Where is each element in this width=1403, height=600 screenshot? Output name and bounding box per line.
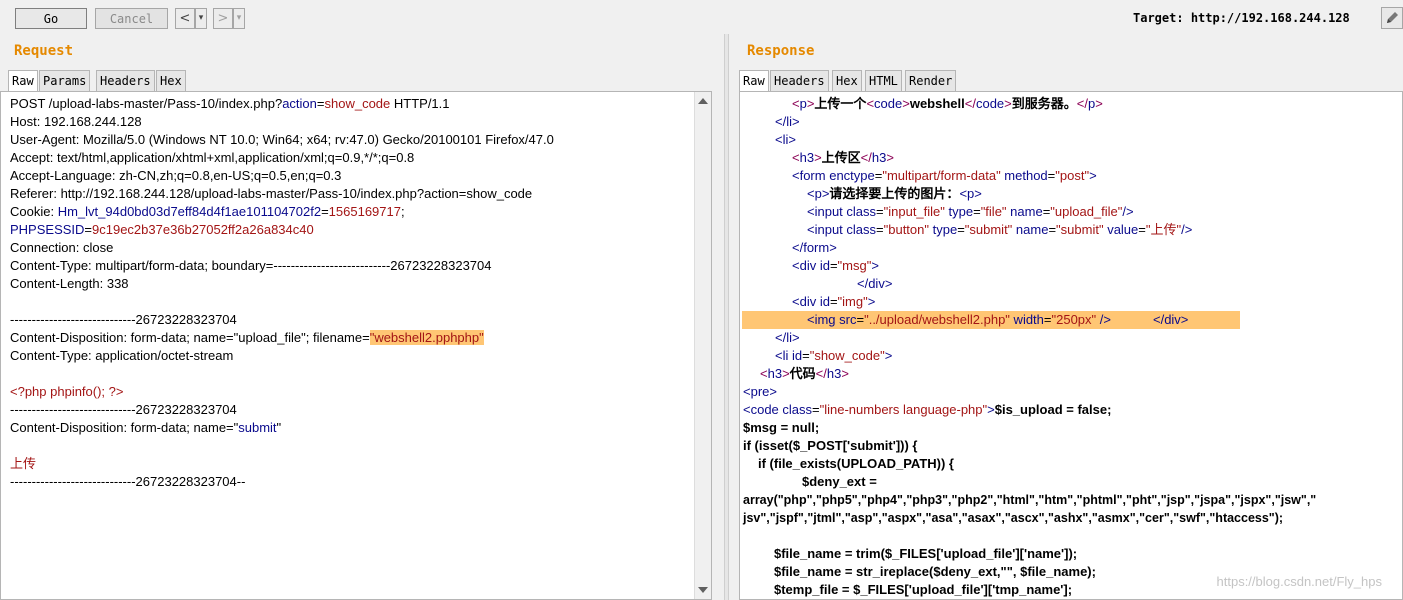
- scroll-up-icon[interactable]: [698, 98, 708, 104]
- response-line: <pre>: [743, 384, 777, 399]
- response-line: </form>: [792, 240, 837, 255]
- target-label: Target:: [1133, 11, 1184, 25]
- response-line: <div id="img">: [792, 294, 876, 309]
- header-accept-language: Accept-Language: zh-CN,zh;q=0.8,en-US;q=…: [10, 168, 342, 183]
- tab-hex[interactable]: Hex: [156, 70, 186, 91]
- response-line: <p>上传一个<code>webshell</code>到服务器。</p>: [792, 96, 1103, 111]
- response-line-highlighted: <img src="../upload/webshell2.php" width…: [742, 311, 1240, 329]
- response-line: <li id="show_code">: [775, 348, 893, 363]
- response-pane: Response Raw Headers Hex HTML Render <p>…: [729, 34, 1403, 600]
- tab-raw[interactable]: Raw: [739, 70, 769, 92]
- tab-render[interactable]: Render: [905, 70, 957, 91]
- body-boundary-end: -----------------------------26723228323…: [10, 474, 246, 489]
- cancel-button[interactable]: Cancel: [95, 8, 168, 29]
- header-connection: Connection: close: [10, 240, 114, 255]
- body-boundary: -----------------------------26723228323…: [10, 402, 237, 417]
- tab-hex[interactable]: Hex: [832, 70, 862, 91]
- target-display: Target: http://192.168.244.128: [1133, 11, 1350, 25]
- response-line: <h3>上传区</h3>: [792, 150, 894, 165]
- response-editor[interactable]: <p>上传一个<code>webshell</code>到服务器。</p> </…: [739, 91, 1403, 600]
- back-button[interactable]: <: [175, 8, 195, 29]
- tab-headers[interactable]: Headers: [770, 70, 829, 91]
- response-line: array("php","php5","php4","php3","php2",…: [743, 493, 1317, 507]
- tab-html[interactable]: HTML: [865, 70, 902, 91]
- body-disposition-file: Content-Disposition: form-data; name="up…: [10, 330, 484, 345]
- body-file-content-type: Content-Type: application/octet-stream: [10, 348, 234, 363]
- request-line: POST /upload-labs-master/Pass-10/index.p…: [10, 96, 450, 111]
- forward-button[interactable]: >: [213, 8, 233, 29]
- header-cookie-session: PHPSESSID=9c19ec2b37e36b27052ff2a26a834c…: [10, 222, 314, 237]
- scroll-down-icon[interactable]: [698, 587, 708, 593]
- tab-raw[interactable]: Raw: [8, 70, 38, 92]
- response-line: <div id="msg">: [792, 258, 879, 273]
- response-line: <p>请选择要上传的图片：<p>: [807, 186, 982, 201]
- response-line: </div>: [857, 276, 893, 291]
- response-line: if (file_exists(UPLOAD_PATH)) {: [758, 456, 954, 471]
- response-line: <h3>代码</h3>: [760, 366, 849, 381]
- response-line: $file_name = str_ireplace($deny_ext,"", …: [774, 564, 1096, 579]
- response-line: <input class="button" type="submit" name…: [807, 222, 1193, 237]
- filename-highlight: "webshell2.pphphp": [369, 330, 484, 345]
- response-line: $temp_file = $_FILES['upload_file']['tmp…: [774, 582, 1073, 597]
- request-title: Request: [14, 43, 74, 59]
- response-line: <form enctype="multipart/form-data" meth…: [792, 168, 1097, 183]
- response-line: </li>: [775, 330, 800, 345]
- edit-target-button[interactable]: [1381, 7, 1403, 29]
- header-user-agent: User-Agent: Mozilla/5.0 (Windows NT 10.0…: [10, 132, 554, 147]
- pencil-icon: [1387, 12, 1398, 23]
- target-url: http://192.168.244.128: [1190, 11, 1350, 25]
- header-cookie: Cookie: Hm_lvt_94d0bd03d7eff84d4f1ae1011…: [10, 204, 405, 219]
- go-button[interactable]: Go: [15, 8, 87, 29]
- watermark: https://blog.csdn.net/Fly_hps: [1216, 574, 1382, 589]
- body-boundary: -----------------------------26723228323…: [10, 312, 237, 327]
- body-file-content: <?php phpinfo(); ?>: [10, 384, 124, 399]
- back-history-dropdown[interactable]: ▾: [195, 8, 207, 29]
- response-title: Response: [747, 43, 815, 59]
- toolbar: Go Cancel < ▾ > ▾ Target: http://192.168…: [0, 0, 1403, 35]
- response-line: $msg = null;: [743, 420, 820, 435]
- response-line: jsv","jspf","jtml","asp","aspx","asa","a…: [743, 511, 1284, 525]
- header-content-type: Content-Type: multipart/form-data; bound…: [10, 258, 492, 273]
- request-pane: Request Raw Params Headers Hex POST /upl…: [0, 34, 724, 600]
- response-line: <input class="input_file" type="file" na…: [807, 204, 1134, 219]
- body-submit-value: 上传: [10, 456, 37, 471]
- request-editor[interactable]: POST /upload-labs-master/Pass-10/index.p…: [0, 91, 712, 600]
- response-line: <code class="line-numbers language-php">…: [743, 402, 1112, 417]
- forward-history-dropdown[interactable]: ▾: [233, 8, 245, 29]
- response-line: </li>: [775, 114, 800, 129]
- request-scrollbar[interactable]: [694, 92, 711, 599]
- response-line: <li>: [775, 132, 796, 147]
- header-content-length: Content-Length: 338: [10, 276, 129, 291]
- response-line: $file_name = trim($_FILES['upload_file']…: [774, 546, 1078, 561]
- response-line: if (isset($_POST['submit'])) {: [743, 438, 918, 453]
- header-host: Host: 192.168.244.128: [10, 114, 142, 129]
- body-disposition-submit: Content-Disposition: form-data; name="su…: [10, 420, 282, 435]
- response-line: $deny_ext =: [802, 474, 877, 489]
- tab-params[interactable]: Params: [39, 70, 91, 91]
- header-accept: Accept: text/html,application/xhtml+xml,…: [10, 150, 415, 165]
- header-referer: Referer: http://192.168.244.128/upload-l…: [10, 186, 533, 201]
- tab-headers[interactable]: Headers: [96, 70, 155, 91]
